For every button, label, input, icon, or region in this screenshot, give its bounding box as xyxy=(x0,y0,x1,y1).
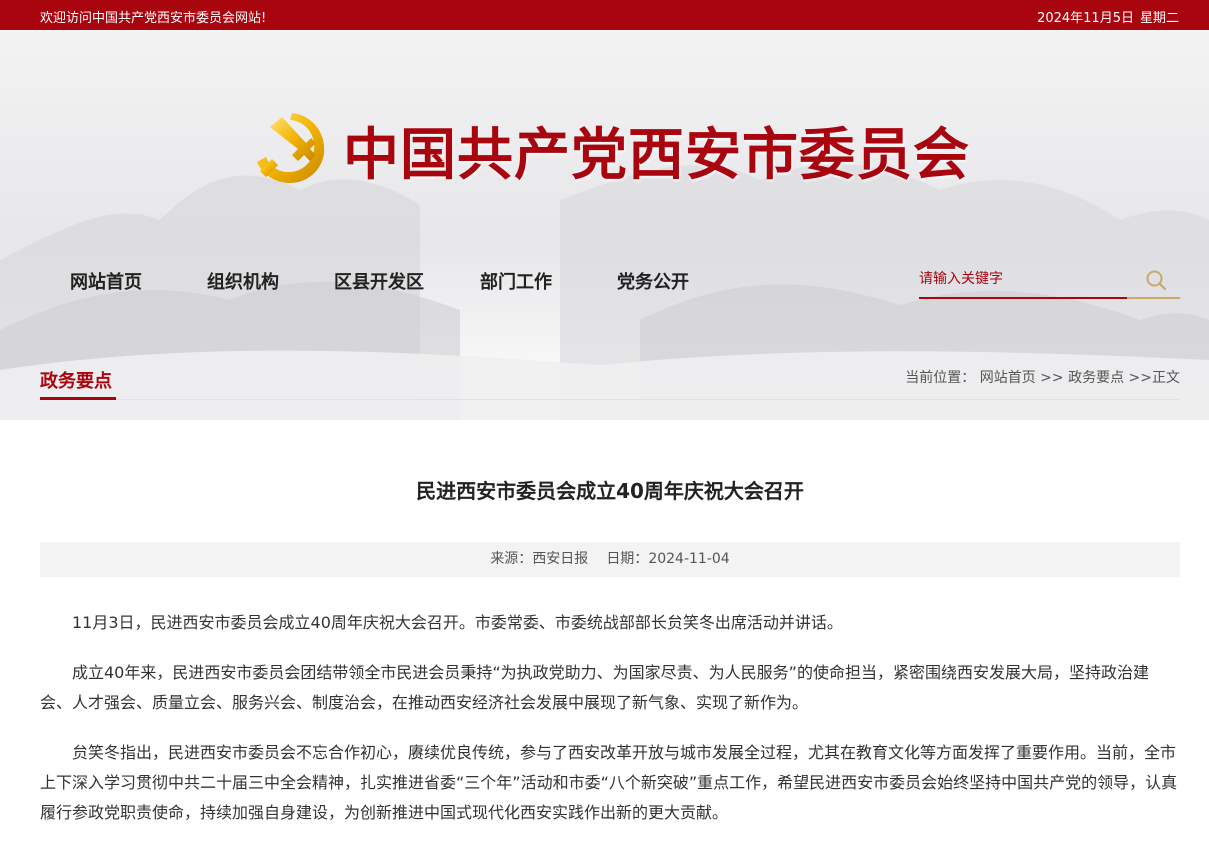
top-bar: 欢迎访问中国共产党西安市委员会网站! 2024年11月5日 星期二 xyxy=(0,0,1209,30)
search-underline xyxy=(919,297,1127,299)
breadcrumb-current: 正文 xyxy=(1152,370,1180,386)
section-title-underline xyxy=(40,397,116,400)
weekday-text: 星期二 xyxy=(1139,11,1179,26)
party-emblem-icon xyxy=(257,113,325,184)
site-title: 中国共产党西安市委员会 xyxy=(343,122,970,188)
section-header: 政务要点 当前位置： 网站首页 >> 政务要点 >>正文 xyxy=(40,360,1180,400)
article-meta: 来源：西安日报 日期：2024-11-04 xyxy=(40,542,1180,577)
article-paragraph: 11月3日，民进西安市委员会成立40周年庆祝大会召开。市委常委、市委统战部部长贠… xyxy=(72,613,843,632)
date-text: 2024年11月5日 xyxy=(1037,11,1134,26)
welcome-text: 欢迎访问中国共产党西安市委员会网站! xyxy=(40,11,267,26)
nav-item-party-affairs[interactable]: 党务公开 xyxy=(617,268,689,294)
article-paragraph: 贠笑冬指出，民进西安市委员会不忘合作初心，赓续优良传统，参与了西安改革开放与城市… xyxy=(40,743,1178,822)
nav-item-districts[interactable]: 区县开发区 xyxy=(334,268,424,294)
source-label: 来源： xyxy=(490,551,533,567)
section-title: 政务要点 xyxy=(40,371,112,392)
article-title: 民进西安市委员会成立40周年庆祝大会召开 xyxy=(416,479,804,503)
article-date: 2024-11-04 xyxy=(648,551,730,567)
date-label: 日期： xyxy=(606,551,649,567)
breadcrumb-section-link[interactable]: 政务要点 xyxy=(1068,370,1124,386)
search-input[interactable] xyxy=(919,261,1139,297)
search-underline-accent xyxy=(1127,297,1180,299)
nav-item-departments[interactable]: 部门工作 xyxy=(480,268,552,294)
search-box xyxy=(919,261,1180,299)
breadcrumb-separator: >> xyxy=(1035,370,1069,386)
current-date: 2024年11月5日 星期二 xyxy=(1031,7,1179,26)
breadcrumb-home-link[interactable]: 网站首页 xyxy=(980,370,1036,386)
breadcrumb: 当前位置： 网站首页 >> 政务要点 >>正文 xyxy=(905,367,1180,387)
nav-item-organization[interactable]: 组织机构 xyxy=(207,268,279,294)
breadcrumb-label: 当前位置： xyxy=(905,370,976,386)
article-source: 西安日报 xyxy=(532,551,589,567)
article-body: 11月3日，民进西安市委员会成立40周年庆祝大会召开。市委常委、市委统战部部长贠… xyxy=(40,608,1180,848)
search-icon[interactable] xyxy=(1145,269,1167,291)
article-paragraph: 成立40年来，民进西安市委员会团结带领全市民进会员秉持“为执政党助力、为国家尽责… xyxy=(40,663,1149,712)
nav-item-home[interactable]: 网站首页 xyxy=(70,268,142,294)
breadcrumb-separator: >> xyxy=(1124,370,1152,386)
